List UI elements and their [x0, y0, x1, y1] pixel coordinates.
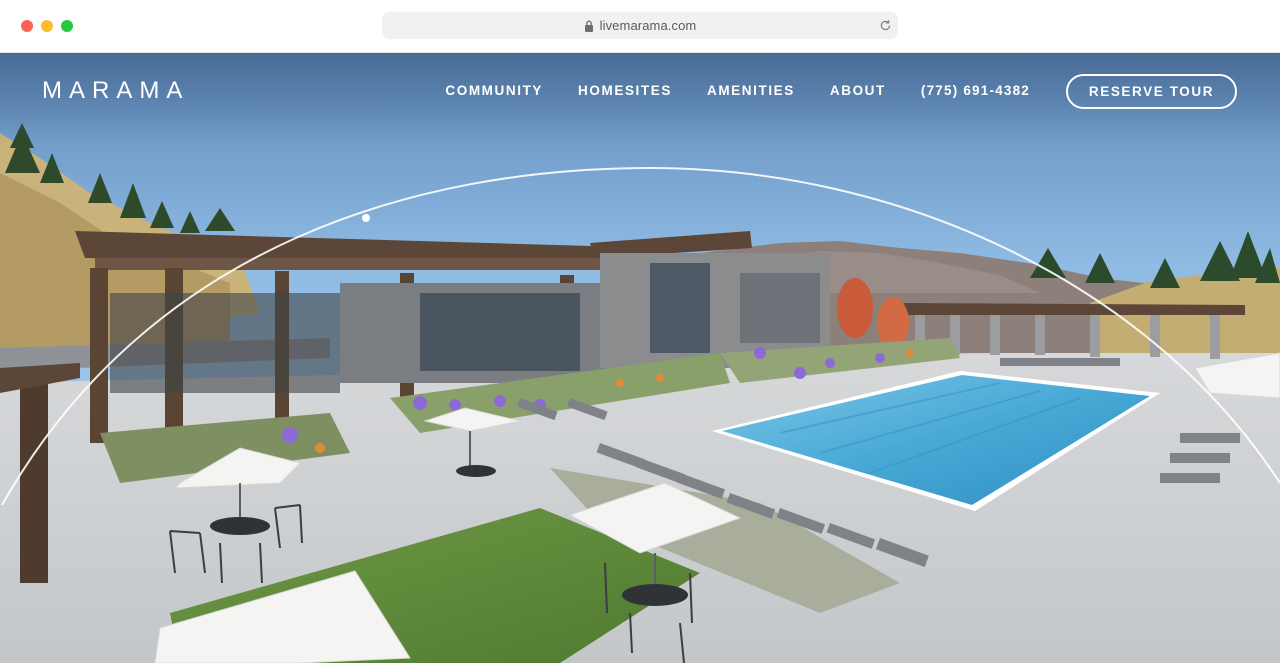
maximize-window-button[interactable] — [61, 20, 73, 32]
minimize-window-button[interactable] — [41, 20, 53, 32]
browser-toolbar: livemarama.com — [0, 0, 1280, 53]
close-window-button[interactable] — [21, 20, 33, 32]
url-text: livemarama.com — [599, 18, 697, 33]
nav-amenities-link[interactable]: AMENITIES — [707, 83, 795, 99]
nav-community-link[interactable]: COMMUNITY — [445, 83, 543, 99]
nav-about-link[interactable]: ABOUT — [830, 83, 886, 99]
phone-number-link[interactable]: (775) 691-4382 — [921, 83, 1030, 99]
reload-icon[interactable] — [879, 19, 892, 32]
hero-image — [0, 53, 1280, 663]
nav-homesites-link[interactable]: HOMESITES — [578, 83, 672, 99]
reserve-tour-button[interactable]: RESERVE TOUR — [1066, 74, 1237, 109]
window-controls — [21, 20, 73, 32]
lock-icon — [584, 20, 593, 32]
address-bar[interactable]: livemarama.com — [382, 12, 898, 39]
site-logo[interactable]: MARAMA — [42, 79, 189, 103]
hero-section — [0, 53, 1280, 663]
site-navigation: MARAMA COMMUNITY HOMESITES AMENITIES ABO… — [0, 53, 1280, 131]
nav-links: COMMUNITY HOMESITES AMENITIES ABOUT (775… — [445, 83, 1030, 99]
address-bar-content: livemarama.com — [382, 12, 898, 39]
